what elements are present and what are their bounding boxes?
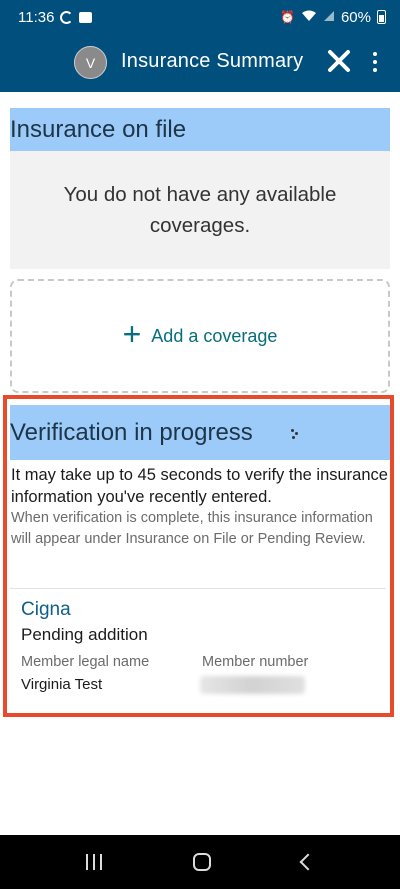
status-time: 11:36 — [18, 8, 55, 26]
more-dot-icon — [373, 52, 377, 56]
recent-apps-button[interactable] — [85, 854, 102, 870]
sync-icon — [60, 10, 74, 24]
verification-text: It may take up to 45 seconds to verify t… — [11, 464, 393, 550]
add-coverage-label: Add a coverage — [151, 325, 278, 346]
more-options-button[interactable] — [366, 48, 384, 76]
gallery-notification-icon — [79, 11, 93, 23]
loading-spinner-icon — [291, 429, 299, 439]
avatar[interactable]: V — [74, 46, 107, 79]
member-number-value-redacted — [200, 676, 305, 694]
verification-message: It may take up to 45 seconds to verify t… — [11, 466, 388, 506]
member-name-value: Virginia Test — [21, 676, 103, 693]
signal-icon — [323, 10, 335, 24]
member-name-label: Member legal name — [21, 654, 150, 670]
alarm-icon: ⏰ — [280, 10, 295, 24]
recent-bar-icon — [99, 854, 102, 870]
verification-sub-message: When verification is complete, this insu… — [11, 510, 373, 547]
app-header: V Insurance Summary — [0, 34, 400, 92]
no-coverages-message: You do not have any available coverages. — [10, 151, 390, 269]
battery-icon — [377, 10, 386, 24]
coverage-status: Pending addition — [21, 625, 148, 644]
wifi-icon — [301, 10, 317, 24]
insurance-on-file-heading: Insurance on file — [10, 108, 390, 151]
close-icon — [328, 50, 350, 72]
recent-bar-icon — [92, 854, 95, 870]
verification-heading: Verification in progress — [10, 405, 390, 460]
add-coverage-button[interactable]: + Add a coverage — [10, 279, 390, 393]
plus-icon: + — [122, 316, 142, 352]
status-right: ⏰ 60% — [280, 9, 386, 26]
system-nav-bar — [0, 835, 400, 889]
recent-bar-icon — [85, 854, 88, 870]
card-divider — [10, 588, 386, 589]
status-left: 11:36 — [18, 8, 93, 26]
status-bar: 11:36 ⏰ 60% — [0, 0, 400, 34]
more-dot-icon — [373, 68, 377, 72]
more-dot-icon — [373, 60, 377, 64]
battery-percentage: 60% — [340, 8, 371, 26]
insurer-name[interactable]: Cigna — [21, 599, 71, 621]
page-title: Insurance Summary — [121, 50, 304, 72]
main-content: Insurance on file You do not have any av… — [0, 92, 400, 835]
close-button[interactable] — [324, 46, 354, 76]
home-button[interactable] — [192, 853, 211, 871]
member-number-label: Member number — [202, 654, 309, 670]
back-button[interactable] — [299, 853, 317, 871]
